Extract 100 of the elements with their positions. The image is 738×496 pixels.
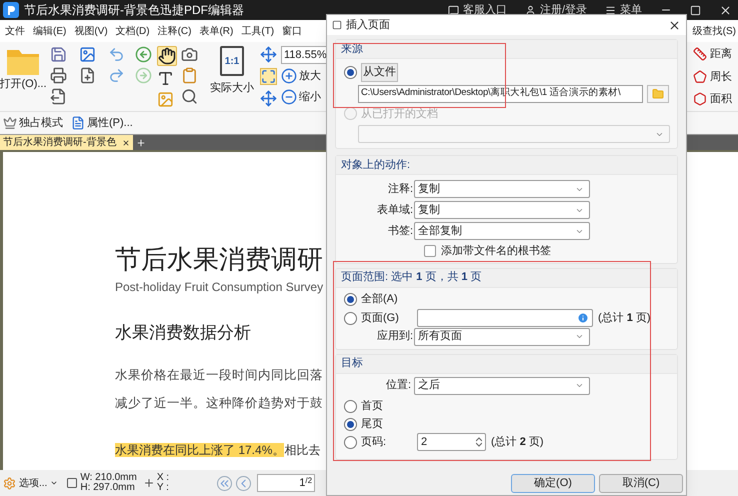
- back-icon[interactable]: [135, 46, 152, 63]
- info-icon[interactable]: [577, 312, 589, 324]
- radio-label: 从已打开的文档: [361, 106, 438, 122]
- dropdown-field[interactable]: [358, 125, 670, 143]
- toolbar-button[interactable]: 属性(P)...: [71, 114, 133, 132]
- checkbox-label: 添加带文件名的根书签: [441, 244, 551, 259]
- menu-icon: [605, 4, 616, 16]
- zoom-in-icon: [281, 68, 297, 84]
- document-subtitle: Post-holiday Fruit Consumption Survey: [115, 279, 324, 296]
- printer-icon[interactable]: [50, 67, 67, 84]
- actual-size-button[interactable]: 1:1 实际大小: [210, 46, 254, 96]
- page-range-field[interactable]: [417, 309, 593, 327]
- radio-label: 尾页: [361, 416, 384, 432]
- document-tab[interactable]: 节后水果消费调研-背景色: [0, 135, 134, 150]
- new-tab-icon[interactable]: [136, 138, 146, 148]
- paragraph-line: 水果消费在同比上涨了 17.4%。相比去: [115, 442, 320, 459]
- document-heading: 水果消费数据分析: [115, 322, 251, 344]
- radio-label: 页码:: [361, 434, 388, 450]
- group-heading: 目标: [336, 354, 677, 374]
- measure-tool-button[interactable]: 距离: [693, 46, 732, 62]
- fit-width-icon[interactable]: [260, 68, 277, 85]
- radio-label: 首页: [361, 398, 384, 414]
- title-bar-link[interactable]: 客服入口: [448, 2, 507, 18]
- radio-button[interactable]: [344, 400, 357, 412]
- radio-button[interactable]: [344, 292, 357, 306]
- radio-button[interactable]: [344, 312, 357, 324]
- menu-item[interactable]: 表单(R): [199, 24, 234, 38]
- checkbox[interactable]: [424, 245, 436, 258]
- dropdown-field[interactable]: 之后: [414, 376, 590, 394]
- group-heading: 页面范围: 选中 1 页，共 1 页: [336, 268, 677, 288]
- caret-icon: [575, 381, 584, 390]
- chat-icon: [448, 4, 459, 16]
- zoom-field[interactable]: 118.55%: [281, 46, 327, 64]
- dialog-button[interactable]: 取消(C): [599, 474, 683, 493]
- menu-item[interactable]: 文件: [5, 24, 25, 38]
- radio-button[interactable]: [344, 436, 357, 448]
- app-logo-icon: [3, 2, 19, 18]
- measure-tool-button[interactable]: 面积: [693, 91, 732, 108]
- page-count-text: (总计 1 页): [598, 310, 651, 326]
- crown-icon: [3, 116, 17, 130]
- measure-tool-button[interactable]: 周长: [693, 68, 732, 85]
- menu-item[interactable]: 视图(V): [74, 24, 108, 38]
- toolbar-button[interactable]: 独占模式: [3, 114, 63, 132]
- zoom-in-button[interactable]: 放大: [281, 68, 327, 84]
- menu-item[interactable]: 注释(C): [158, 24, 192, 38]
- page-icon: 1:1: [220, 46, 244, 76]
- page-number-spinner[interactable]: 2: [417, 433, 486, 451]
- field-label: 书签:: [386, 224, 414, 239]
- find-icon[interactable]: [181, 88, 198, 105]
- menu-item[interactable]: 编辑(E): [33, 24, 66, 38]
- zoom-out-icon: [281, 88, 297, 105]
- close-icon[interactable]: [719, 4, 732, 16]
- spinner-arrows-icon[interactable]: [476, 437, 482, 447]
- first-page-icon[interactable]: [217, 476, 232, 490]
- hexagon-icon: [693, 92, 707, 106]
- title-bar-link[interactable]: 注册/登录: [524, 2, 587, 18]
- close-tab-icon[interactable]: [122, 138, 130, 146]
- dropdown-field[interactable]: 复制: [414, 180, 590, 198]
- title-bar-link[interactable]: 菜单: [605, 2, 642, 18]
- maximize-icon[interactable]: [690, 4, 701, 16]
- camera-icon[interactable]: [181, 46, 198, 63]
- radio-label: 全部(A): [361, 292, 399, 307]
- zoom-out-button[interactable]: 缩小: [281, 88, 327, 105]
- page-width-label: W: 210.0mm: [80, 473, 137, 483]
- options-button[interactable]: 选项...: [3, 476, 58, 490]
- menu-item[interactable]: 级查找(S): [692, 24, 736, 38]
- dialog-icon: [332, 20, 342, 30]
- dialog-button[interactable]: 确定(O): [511, 474, 595, 493]
- menu-item[interactable]: 窗口: [282, 24, 302, 38]
- menu-item[interactable]: 工具(T): [241, 24, 274, 38]
- field-label: 注释:: [386, 182, 414, 197]
- radio-button[interactable]: [344, 418, 357, 430]
- document-title: 节后水果消费调研: [115, 244, 323, 274]
- close-icon[interactable]: [668, 18, 681, 32]
- field-label: 位置:: [384, 378, 412, 394]
- menu-item[interactable]: 文档(D): [116, 24, 150, 38]
- save-icon[interactable]: [50, 46, 67, 63]
- radio-button[interactable]: [344, 66, 357, 79]
- clipboard-icon[interactable]: [181, 67, 198, 84]
- undo-icon[interactable]: [108, 46, 125, 63]
- cursor-x-label: X :: [156, 473, 170, 483]
- new-page-icon[interactable]: [79, 67, 96, 84]
- radio-label: 从文件: [361, 63, 398, 82]
- field-label: 表单域:: [376, 202, 414, 218]
- pentagon-icon: [693, 70, 707, 84]
- paragraph-line: 水果价格在最近一段时间内同比回落: [115, 366, 323, 384]
- export-icon[interactable]: [50, 88, 67, 105]
- paragraph-line: 减少了近一半。这种降价趋势对于鼓: [115, 395, 323, 412]
- dropdown-field[interactable]: 复制: [414, 201, 590, 219]
- text-select-icon[interactable]: [157, 70, 174, 87]
- dropdown-field[interactable]: 全部复制: [414, 222, 590, 240]
- caret-icon: [575, 332, 584, 341]
- field-label: 应用到:: [376, 328, 414, 344]
- previous-page-icon[interactable]: [236, 476, 252, 490]
- dropdown-field[interactable]: 所有页面: [414, 328, 590, 346]
- redo-icon[interactable]: [108, 67, 125, 84]
- window-title: 节后水果消费调研-背景色迅捷PDF编辑器: [24, 2, 244, 19]
- hand-tool-icon[interactable]: [157, 46, 177, 66]
- gear-icon: [3, 476, 16, 490]
- user-icon: [524, 4, 536, 16]
